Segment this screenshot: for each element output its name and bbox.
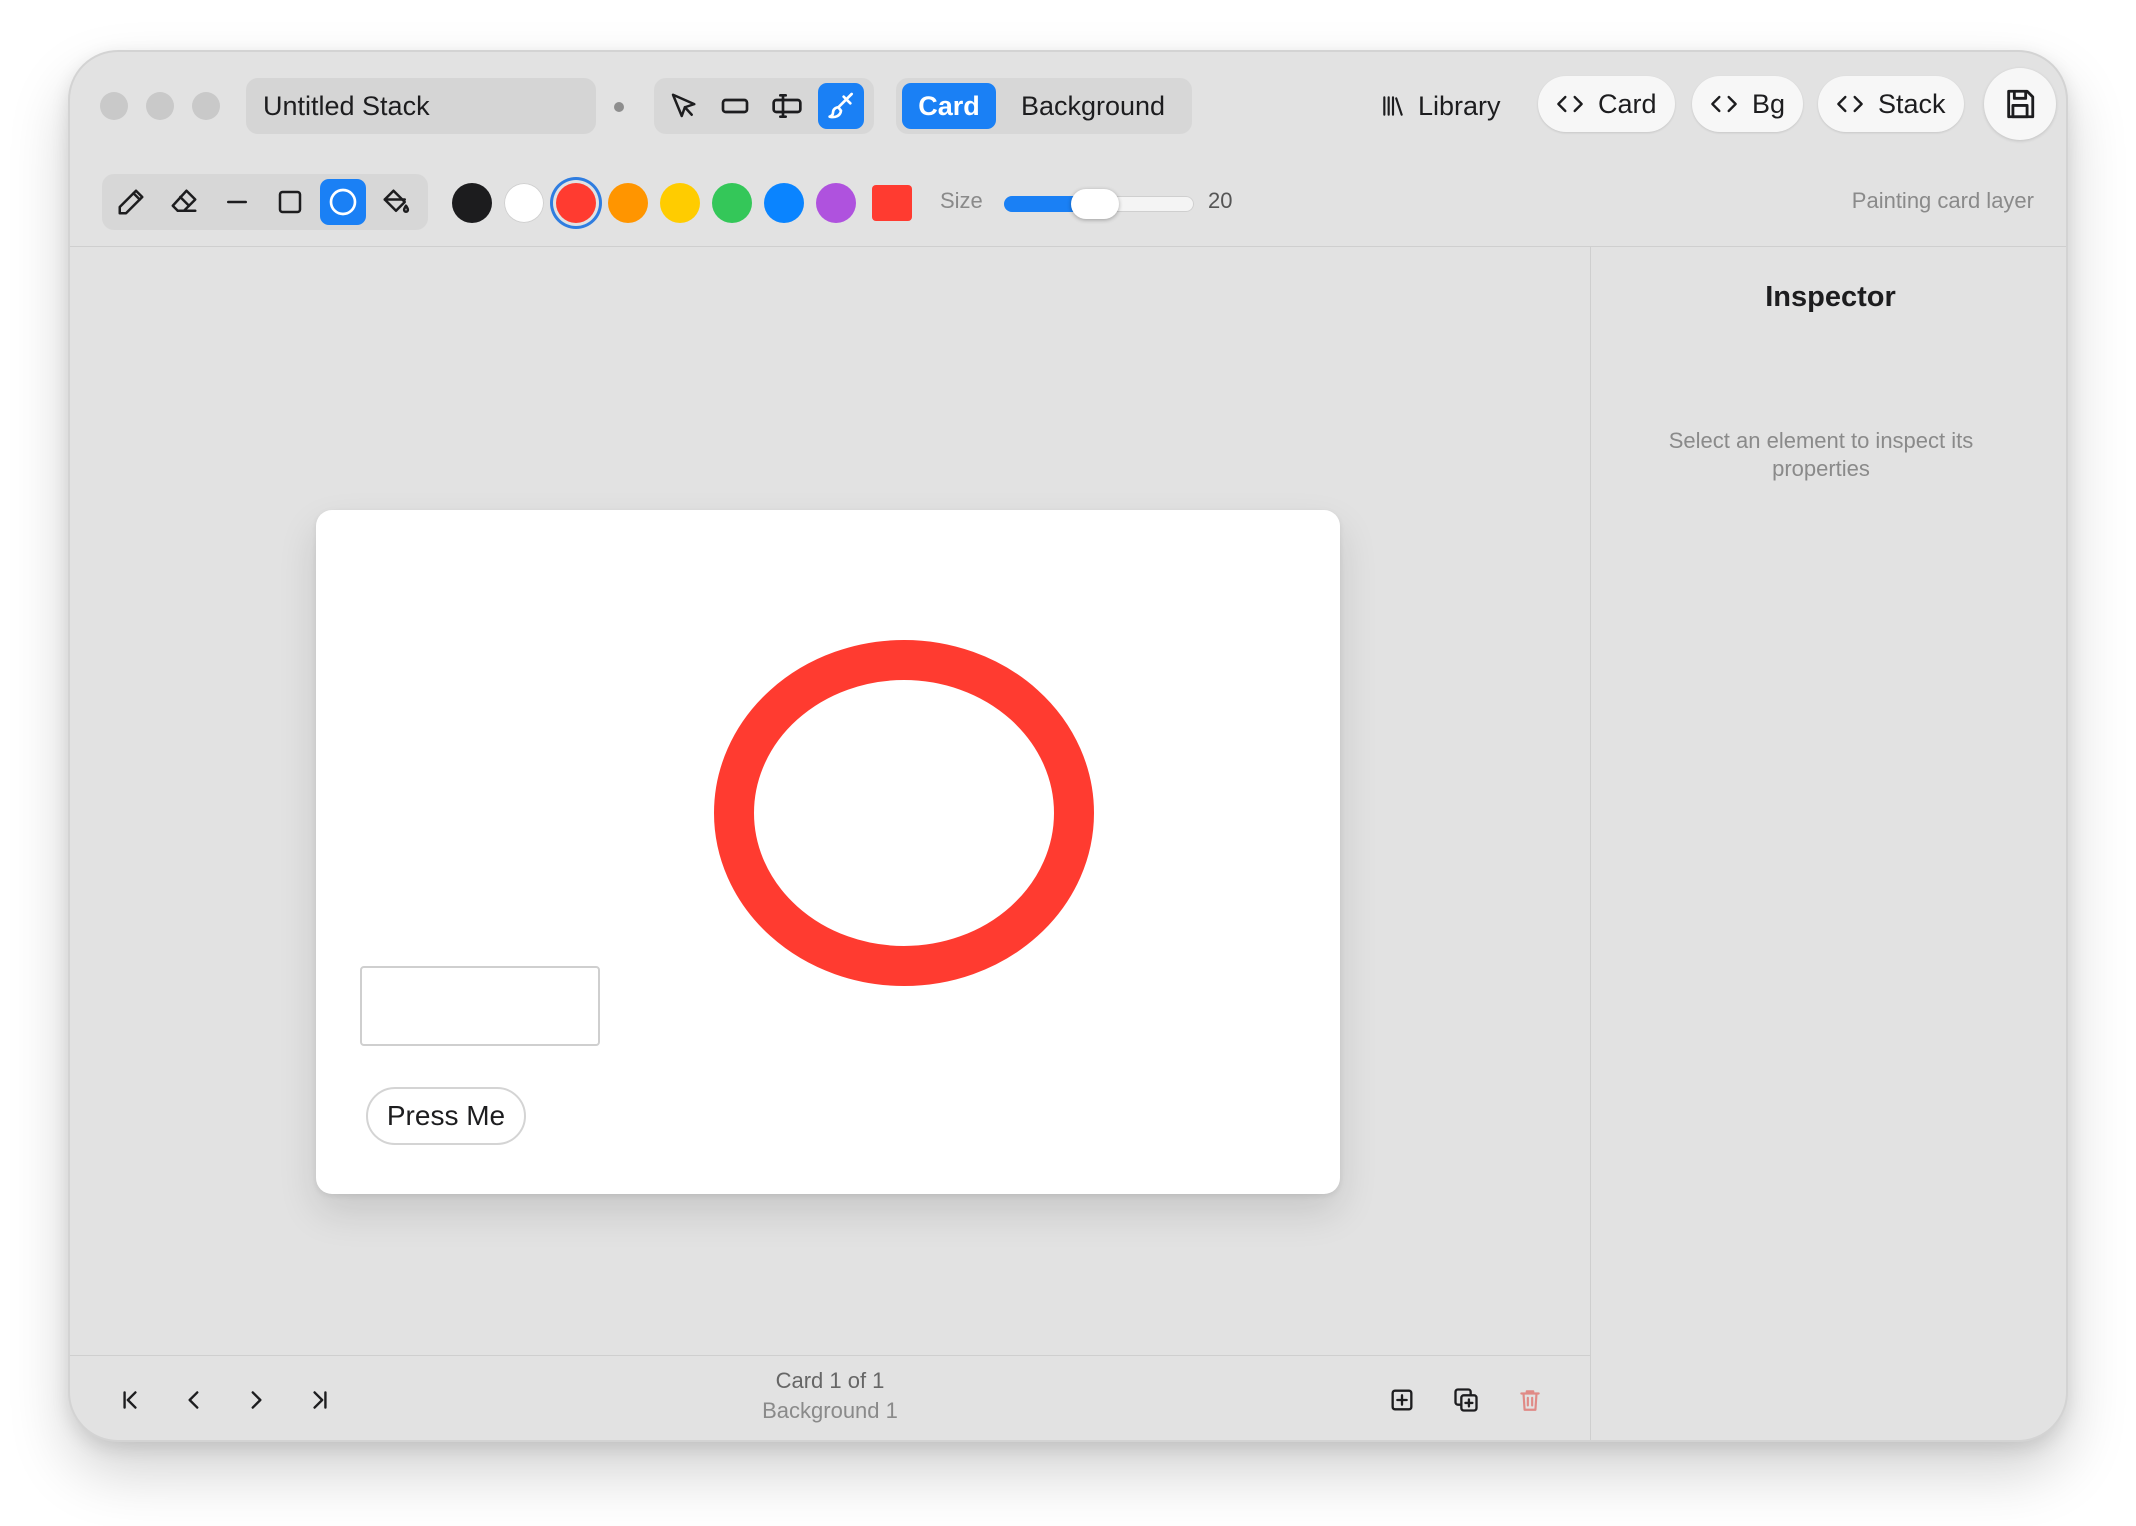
stack-script-label: Stack [1878,88,1946,119]
slider-thumb[interactable] [1071,189,1120,219]
pointer-icon [671,93,696,118]
last-icon [313,1391,327,1409]
brush-size-slider[interactable] [1004,189,1194,219]
card-position-text: Card 1 of 1 [775,1368,885,1393]
rectangle-tool-button[interactable] [267,179,313,225]
stack-script-button[interactable]: Stack [1818,76,1964,132]
trash-icon [1520,1390,1540,1411]
stack-name-field[interactable]: Untitled Stack [246,78,596,134]
paint-tool-group [102,174,428,230]
mode-tool-group [654,78,874,134]
zoom-window-button[interactable] [192,92,220,120]
line-icon [227,200,247,204]
card-navigation-bar: Card 1 of 1 Background 1 [70,1356,1590,1440]
swatch-purple[interactable] [816,183,856,223]
paintbrush-icon [828,92,853,119]
button-tool-button[interactable] [712,83,758,129]
plus-square-icon [1391,1389,1413,1411]
pencil-tool-button[interactable] [108,179,154,225]
swatch-blue[interactable] [764,183,804,223]
layer-card-tab[interactable]: Card [902,83,996,129]
last-card-button[interactable] [300,1380,340,1420]
layer-background-tab[interactable]: Background [1000,83,1186,129]
next-card-button[interactable] [236,1380,276,1420]
size-label: Size [940,188,983,213]
swatch-black[interactable] [452,183,492,223]
library-button[interactable]: Library [1380,78,1501,134]
delete-card-button[interactable] [1510,1380,1550,1420]
size-value: 20 [1208,188,1233,213]
swatch-green[interactable] [712,183,752,223]
card-script-label: Card [1598,88,1657,119]
swatch-red[interactable] [556,183,596,223]
inspector-title: Inspector [1765,281,1896,313]
minimize-window-button[interactable] [146,92,174,120]
new-card-button[interactable] [1382,1380,1422,1420]
eraser-icon [171,189,197,212]
line-tool-button[interactable] [214,179,260,225]
bg-script-label: Bg [1752,88,1786,119]
inspector-empty-message: Select an element to inspect its propert… [1668,428,1974,481]
paint-status-text: Painting card layer [1851,188,2034,213]
first-card-button[interactable] [110,1380,150,1420]
bg-script-button[interactable]: Bg [1692,76,1804,132]
library-label: Library [1418,90,1501,121]
oval-tool-button[interactable] [320,179,366,225]
swatch-white[interactable] [504,183,544,223]
library-icon [1383,96,1403,116]
title-bar: Untitled Stack Card Background Library C… [70,52,2066,230]
press-me-button[interactable]: Press Me [366,1087,526,1145]
card-text-field[interactable] [360,966,600,1046]
duplicate-card-button[interactable] [1446,1380,1486,1420]
canvas-area: Press Me [70,247,1590,1355]
field-tool-button[interactable] [764,83,810,129]
swatch-yellow[interactable] [660,183,700,223]
select-tool-button[interactable] [660,83,706,129]
code-icon [1557,95,1583,113]
rectangle-icon [278,190,302,214]
app-window: Untitled Stack Card Background Library C… [68,50,2068,1442]
chevron-left-icon [188,1391,199,1409]
paint-bucket-icon [383,189,410,213]
text-field-icon [772,94,802,118]
swatch-orange[interactable] [608,183,648,223]
code-icon [1711,95,1737,113]
floppy-disk-icon [2007,89,2035,119]
card-canvas[interactable]: Press Me [316,510,1340,1194]
unsaved-indicator [614,102,624,112]
previous-card-button[interactable] [174,1380,214,1420]
background-name-text: Background 1 [762,1398,898,1423]
code-icon [1837,95,1863,113]
pencil-icon [118,189,144,215]
save-button[interactable] [1984,68,2056,140]
inspector-panel: Inspector Select an element to inspect i… [1591,247,2066,1440]
close-window-button[interactable] [100,92,128,120]
fill-tool-button[interactable] [373,179,419,225]
fill-color-swatch[interactable] [872,185,912,221]
duplicate-icon [1454,1388,1478,1412]
eraser-tool-button[interactable] [161,179,207,225]
card-script-button[interactable]: Card [1538,76,1675,132]
chevron-right-icon [251,1391,262,1409]
first-icon [123,1391,137,1409]
button-shape-icon [721,98,749,114]
circle-icon [329,188,357,216]
layer-segmented-control: Card Background [896,78,1192,134]
painted-oval-shape [714,640,1094,986]
paint-tool-button[interactable] [818,83,864,129]
